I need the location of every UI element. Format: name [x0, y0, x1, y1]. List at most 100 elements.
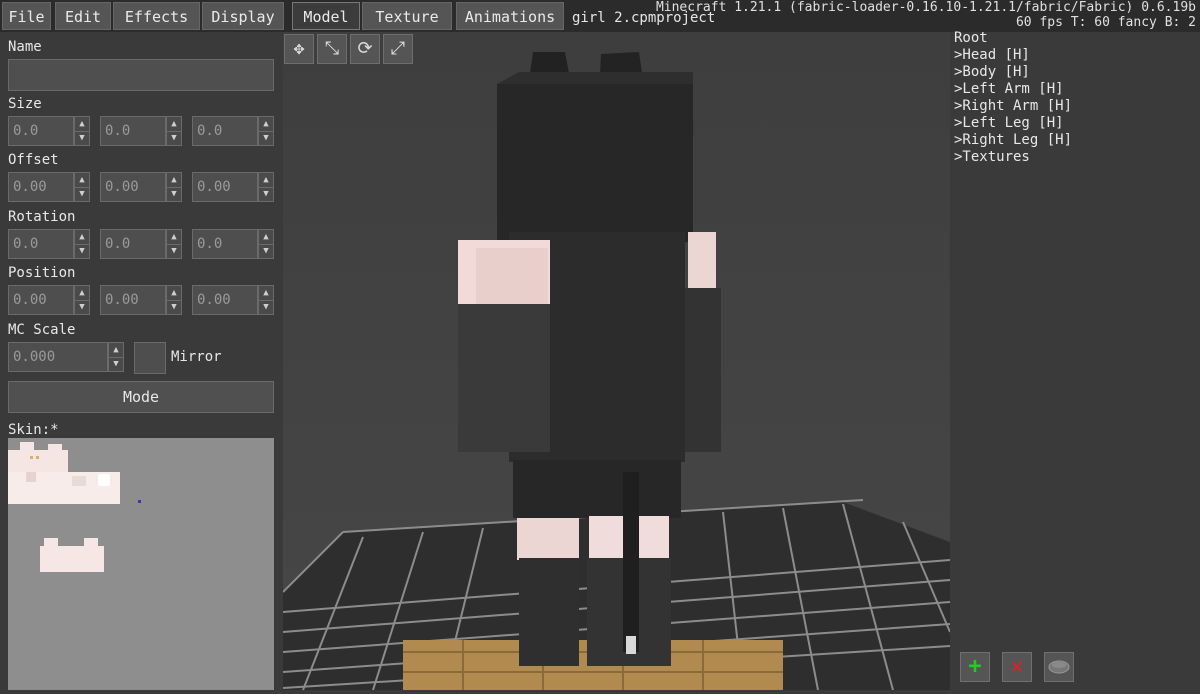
chevron-down-icon[interactable]: ▼	[167, 244, 181, 258]
position-z-stepper[interactable]: ▲ ▼	[258, 285, 274, 315]
menu-file[interactable]: File	[2, 2, 51, 30]
chevron-up-icon[interactable]: ▲	[75, 286, 89, 301]
chevron-down-icon[interactable]: ▼	[259, 131, 273, 145]
tab-animations[interactable]: Animations	[456, 2, 564, 30]
chevron-down-icon[interactable]: ▼	[259, 244, 273, 258]
menu-effects[interactable]: Effects	[113, 2, 200, 30]
offset-z-input[interactable]: 0.00	[192, 172, 258, 202]
rotate-icon: ⟳	[357, 38, 373, 59]
mcscale-input[interactable]: 0.000	[8, 342, 108, 372]
tree-item-left-leg[interactable]: >Left Leg [H]	[954, 115, 1064, 131]
properties-panel: Name Size 0.0 ▲ ▼ 0.0 ▲ ▼ 0.0 ▲ ▼ Offset 0.…	[0, 32, 282, 690]
chevron-up-icon[interactable]: ▲	[167, 286, 181, 301]
visibility-button[interactable]	[1044, 652, 1074, 682]
add-element-button[interactable]: +	[960, 652, 990, 682]
offset-z-stepper[interactable]: ▲ ▼	[258, 172, 274, 202]
name-input[interactable]	[8, 59, 274, 91]
chevron-down-icon[interactable]: ▼	[259, 300, 273, 314]
chevron-up-icon[interactable]: ▲	[109, 343, 123, 358]
offset-label: Offset	[8, 152, 59, 168]
chevron-down-icon[interactable]: ▼	[75, 131, 89, 145]
chevron-down-icon[interactable]: ▼	[75, 187, 89, 201]
skin-texture-image	[8, 442, 141, 572]
chevron-up-icon[interactable]: ▲	[75, 173, 89, 188]
menu-edit[interactable]: Edit	[55, 2, 111, 30]
name-label: Name	[8, 39, 42, 55]
rotation-z-input[interactable]: 0.0	[192, 229, 258, 259]
scene-canvas	[283, 32, 950, 690]
chevron-down-icon[interactable]: ▼	[167, 131, 181, 145]
chevron-up-icon[interactable]: ▲	[259, 230, 273, 245]
x-icon: ✕	[1010, 654, 1024, 679]
position-x-stepper[interactable]: ▲ ▼	[74, 285, 90, 315]
chevron-up-icon[interactable]: ▲	[167, 230, 181, 245]
tree-item-left-arm[interactable]: >Left Arm [H]	[954, 81, 1064, 97]
chevron-up-icon[interactable]: ▲	[259, 286, 273, 301]
mcscale-stepper[interactable]: ▲ ▼	[108, 342, 124, 372]
scale-icon: ⤡	[324, 38, 340, 59]
model-tree-panel: Root >Head [H] >Body [H] >Left Arm [H] >…	[950, 30, 1200, 690]
delete-element-button[interactable]: ✕	[1002, 652, 1032, 682]
menu-display[interactable]: Display	[202, 2, 284, 30]
model-viewport[interactable]: ✥ ⤡ ⟳ ⤢	[283, 32, 950, 690]
tree-root[interactable]: Root	[954, 30, 988, 46]
rotation-z-stepper[interactable]: ▲ ▼	[258, 229, 274, 259]
rotation-y-input[interactable]: 0.0	[100, 229, 166, 259]
move-tool-button[interactable]: ✥	[284, 34, 314, 64]
scale-tool-button[interactable]: ⤡	[317, 34, 347, 64]
debug-line-2: 60 fps T: 60 fancy B: 2	[1015, 15, 1196, 30]
size-y-stepper[interactable]: ▲ ▼	[166, 116, 182, 146]
chevron-up-icon[interactable]: ▲	[75, 230, 89, 245]
chevron-up-icon[interactable]: ▲	[259, 173, 273, 188]
menu-bar: File Edit Effects Display Model Texture …	[0, 0, 1200, 32]
rotation-x-input[interactable]: 0.0	[8, 229, 74, 259]
tree-item-head[interactable]: >Head [H]	[954, 47, 1030, 63]
offset-y-stepper[interactable]: ▲ ▼	[166, 172, 182, 202]
chevron-down-icon[interactable]: ▼	[109, 357, 123, 371]
offset-x-input[interactable]: 0.00	[8, 172, 74, 202]
size-z-input[interactable]: 0.0	[192, 116, 258, 146]
size-x-input[interactable]: 0.0	[8, 116, 74, 146]
skin-label: Skin:*	[8, 422, 59, 438]
mirror-checkbox[interactable]	[134, 342, 166, 374]
tree-item-textures[interactable]: >Textures	[954, 149, 1030, 165]
chevron-down-icon[interactable]: ▼	[75, 244, 89, 258]
chevron-up-icon[interactable]: ▲	[75, 117, 89, 132]
rotate-tool-button[interactable]: ⟳	[350, 34, 380, 64]
offset-y-input[interactable]: 0.00	[100, 172, 166, 202]
position-y-stepper[interactable]: ▲ ▼	[166, 285, 182, 315]
tree-item-body[interactable]: >Body [H]	[954, 64, 1030, 80]
size-y-input[interactable]: 0.0	[100, 116, 166, 146]
chevron-up-icon[interactable]: ▲	[167, 117, 181, 132]
chevron-down-icon[interactable]: ▼	[259, 187, 273, 201]
tab-texture[interactable]: Texture	[362, 2, 452, 30]
rotation-x-stepper[interactable]: ▲ ▼	[74, 229, 90, 259]
skin-texture-preview[interactable]	[8, 438, 274, 690]
mode-button[interactable]: Mode	[8, 381, 274, 413]
size-tool-button[interactable]: ⤢	[383, 34, 413, 64]
move-icon: ✥	[293, 38, 305, 59]
chevron-up-icon[interactable]: ▲	[167, 173, 181, 188]
rotation-y-stepper[interactable]: ▲ ▼	[166, 229, 182, 259]
rotation-label: Rotation	[8, 209, 76, 225]
position-label: Position	[8, 265, 76, 281]
tree-item-right-leg[interactable]: >Right Leg [H]	[954, 132, 1072, 148]
chevron-down-icon[interactable]: ▼	[167, 187, 181, 201]
tab-model[interactable]: Model	[292, 2, 360, 30]
position-x-input[interactable]: 0.00	[8, 285, 74, 315]
mcscale-label: MC Scale	[8, 322, 76, 338]
position-z-input[interactable]: 0.00	[192, 285, 258, 315]
size-z-stepper[interactable]: ▲ ▼	[258, 116, 274, 146]
chevron-down-icon[interactable]: ▼	[167, 300, 181, 314]
size-icon: ⤢	[390, 38, 406, 59]
mirror-label: Mirror	[171, 349, 222, 365]
tree-item-right-arm[interactable]: >Right Arm [H]	[954, 98, 1072, 114]
size-label: Size	[8, 96, 42, 112]
chevron-up-icon[interactable]: ▲	[259, 117, 273, 132]
plus-icon: +	[968, 654, 982, 679]
size-x-stepper[interactable]: ▲ ▼	[74, 116, 90, 146]
eye-icon	[1048, 660, 1070, 674]
chevron-down-icon[interactable]: ▼	[75, 300, 89, 314]
position-y-input[interactable]: 0.00	[100, 285, 166, 315]
offset-x-stepper[interactable]: ▲ ▼	[74, 172, 90, 202]
